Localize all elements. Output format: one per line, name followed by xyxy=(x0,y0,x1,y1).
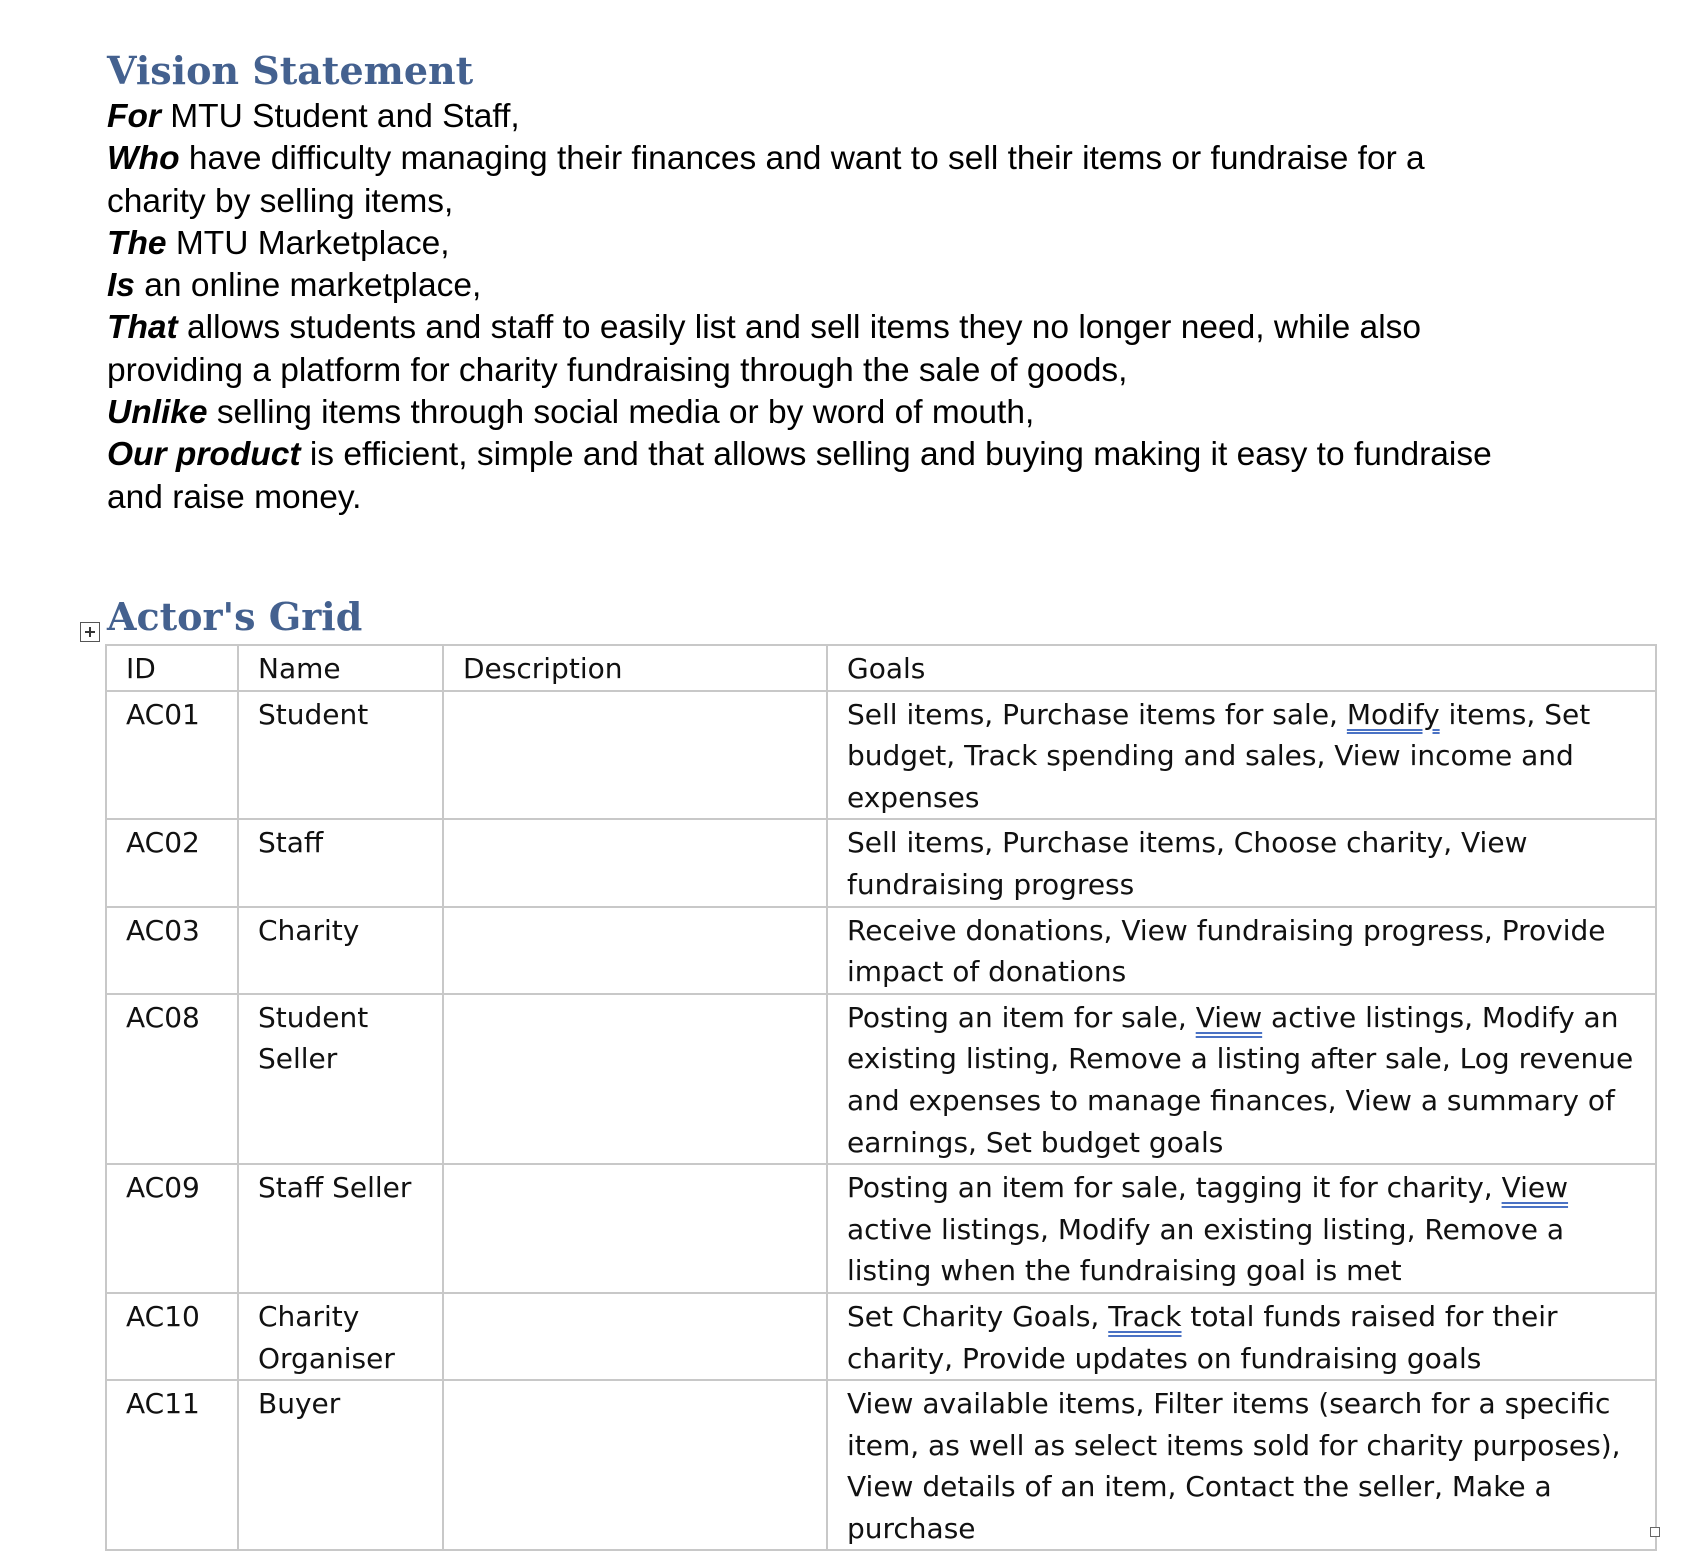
goals-text: active listings, Modify an existing list… xyxy=(847,1212,1565,1288)
vision-keyword: The xyxy=(107,224,167,262)
actor-description-cell xyxy=(442,1291,828,1382)
actor-name-cell: Student Seller xyxy=(237,992,444,1166)
vision-line: For MTU Student and Staff, xyxy=(107,96,1647,138)
actor-id-cell: AC10 xyxy=(105,1291,239,1382)
vision-line: Our product is efficient, simple and tha… xyxy=(107,434,1647,476)
document-page: Vision Statement For MTU Student and Sta… xyxy=(0,0,1698,1554)
actor-id-cell: AC03 xyxy=(105,905,239,995)
vision-statement-heading: Vision Statement xyxy=(107,48,474,93)
actor-description-cell xyxy=(442,905,828,995)
spellcheck-underlined-word: View xyxy=(1501,1171,1569,1205)
actor-goals-cell: Set Charity Goals, Track total funds rai… xyxy=(826,1291,1657,1382)
vision-keyword: Is xyxy=(107,267,135,305)
vision-text: and raise money. xyxy=(107,478,362,516)
column-header-goals: Goals xyxy=(826,644,1657,692)
table-row: AC11 Buyer View available items, Filter … xyxy=(105,1379,1657,1552)
column-header-name: Name xyxy=(237,644,444,692)
actor-name-cell: Charity xyxy=(237,905,444,995)
goals-text: Sell items, Purchase items for sale, xyxy=(847,697,1347,731)
actor-id-cell: AC09 xyxy=(105,1163,239,1294)
vision-text: MTU Student and Staff, xyxy=(160,98,520,135)
vision-line: Is an online marketplace, xyxy=(107,265,1647,307)
vision-text: have difficulty managing their finances … xyxy=(179,140,1425,178)
actor-goals-cell: Receive donations, View fundraising prog… xyxy=(826,905,1657,995)
actor-goals-cell: Posting an item for sale, View active li… xyxy=(826,992,1657,1166)
vision-line: and raise money. xyxy=(107,477,1647,519)
vision-keyword: Unlike xyxy=(107,394,208,432)
table-move-handle-icon[interactable] xyxy=(80,622,100,642)
actor-description-cell xyxy=(442,992,828,1166)
vision-line: Who have difficulty managing their finan… xyxy=(107,138,1647,180)
vision-keyword: Our product xyxy=(107,436,301,474)
actor-name-cell: Student xyxy=(237,689,444,821)
actor-description-cell xyxy=(442,1163,828,1294)
actor-name-cell: Staff Seller xyxy=(237,1163,444,1294)
goals-text: Receive donations, View fundraising prog… xyxy=(847,913,1606,989)
column-header-id: ID xyxy=(105,644,239,692)
actor-goals-cell: Sell items, Purchase items for sale, Mod… xyxy=(826,689,1657,821)
actors-table: ID Name Description Goals AC01 Student S… xyxy=(105,644,1657,1552)
spellcheck-underlined-word: Modify xyxy=(1346,697,1440,731)
spellcheck-underlined-word: Track xyxy=(1108,1299,1182,1333)
vision-line: The MTU Marketplace, xyxy=(107,223,1647,265)
actor-goals-cell: View available items, Filter items (sear… xyxy=(826,1379,1657,1552)
table-row: AC09 Staff Seller Posting an item for sa… xyxy=(105,1163,1657,1294)
actor-name-cell: Buyer xyxy=(237,1379,444,1552)
actor-goals-cell: Posting an item for sale, tagging it for… xyxy=(826,1163,1657,1294)
vision-keyword: Who xyxy=(107,140,180,178)
goals-text: Set Charity Goals, xyxy=(847,1299,1109,1333)
goals-text: Posting an item for sale, tagging it for… xyxy=(847,1171,1502,1205)
vision-keyword: That xyxy=(107,309,178,347)
vision-statement-body: For MTU Student and Staff, Who have diff… xyxy=(107,96,1647,519)
actor-name-cell: Staff xyxy=(237,818,444,908)
vision-text: MTU Marketplace, xyxy=(166,224,450,262)
vision-text: an online marketplace, xyxy=(134,267,482,305)
spellcheck-underlined-word: View xyxy=(1195,1000,1263,1034)
vision-line: That allows students and staff to easily… xyxy=(107,307,1647,349)
goals-text: Sell items, Purchase items, Choose chari… xyxy=(847,826,1528,901)
actor-goals-cell: Sell items, Purchase items, Choose chari… xyxy=(826,818,1657,908)
goals-text: Posting an item for sale, xyxy=(847,1000,1196,1034)
vision-keyword: For xyxy=(107,98,161,135)
vision-line: Unlike selling items through social medi… xyxy=(107,392,1647,434)
goals-text: View available items, Filter items (sear… xyxy=(847,1387,1621,1545)
vision-line: providing a platform for charity fundrai… xyxy=(107,350,1647,392)
vision-text: charity by selling items, xyxy=(107,182,454,220)
actor-name-cell: Charity Organiser xyxy=(237,1291,444,1382)
table-row: AC02 Staff Sell items, Purchase items, C… xyxy=(105,818,1657,908)
actors-grid-heading: Actor's Grid xyxy=(107,594,363,639)
vision-text: providing a platform for charity fundrai… xyxy=(107,351,1128,389)
vision-text: is efficient, simple and that allows sel… xyxy=(300,436,1492,474)
table-header-row: ID Name Description Goals xyxy=(105,644,1657,692)
vision-text: selling items through social media or by… xyxy=(207,394,1035,432)
vision-line: charity by selling items, xyxy=(107,181,1647,223)
actor-description-cell xyxy=(442,1379,828,1552)
actor-id-cell: AC08 xyxy=(105,992,239,1166)
actor-id-cell: AC11 xyxy=(105,1379,239,1552)
actor-id-cell: AC02 xyxy=(105,818,239,908)
table-row: AC01 Student Sell items, Purchase items … xyxy=(105,689,1657,821)
table-row: AC10 Charity Organiser Set Charity Goals… xyxy=(105,1291,1657,1382)
table-resize-handle-icon[interactable] xyxy=(1650,1527,1660,1537)
column-header-description: Description xyxy=(442,644,828,692)
table-row: AC03 Charity Receive donations, View fun… xyxy=(105,905,1657,995)
actor-id-cell: AC01 xyxy=(105,689,239,821)
table-row: AC08 Student Seller Posting an item for … xyxy=(105,992,1657,1166)
actor-description-cell xyxy=(442,818,828,908)
vision-text: allows students and staff to easily list… xyxy=(177,309,1422,347)
actor-description-cell xyxy=(442,689,828,821)
